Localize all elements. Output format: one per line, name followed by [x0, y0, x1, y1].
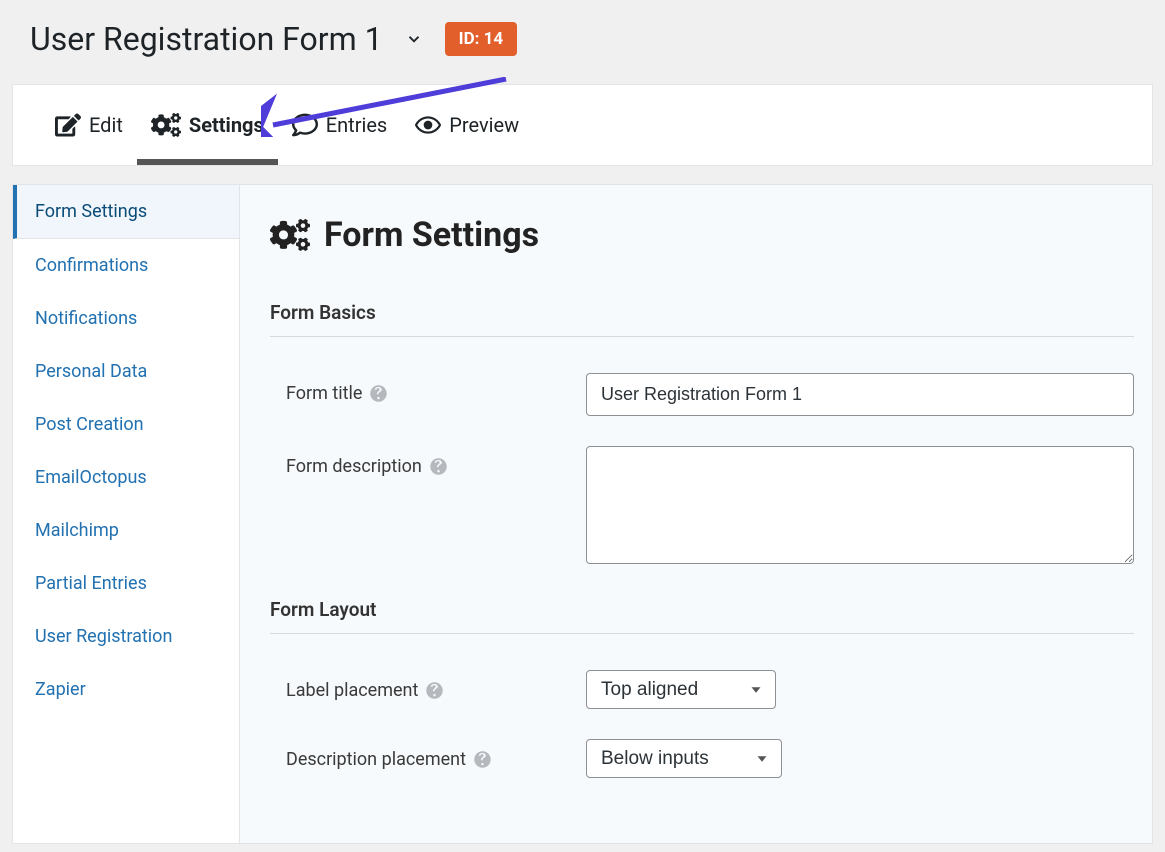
edit-icon — [55, 112, 81, 138]
tab-bar: Edit Settings Entries Preview — [12, 84, 1153, 166]
field-form-description: Form description — [270, 446, 1134, 568]
field-label: Form title — [286, 373, 586, 404]
help-icon[interactable] — [474, 751, 491, 768]
page-title-text: Form Settings — [324, 215, 539, 255]
field-label: Form description — [286, 446, 586, 477]
sidebar-item-post-creation[interactable]: Post Creation — [13, 398, 239, 451]
sidebar-item-zapier[interactable]: Zapier — [13, 663, 239, 716]
tab-preview[interactable]: Preview — [401, 85, 533, 165]
sidebar-item-label: EmailOctopus — [35, 467, 147, 488]
sidebar-item-partial-entries[interactable]: Partial Entries — [13, 557, 239, 610]
sidebar-item-label: Post Creation — [35, 414, 144, 435]
tab-label: Entries — [326, 113, 388, 137]
form-id-badge: ID: 14 — [445, 22, 518, 56]
sidebar-item-emailoctopus[interactable]: EmailOctopus — [13, 451, 239, 504]
help-icon[interactable] — [370, 385, 387, 402]
sidebar-item-label: Notifications — [35, 308, 137, 329]
field-description-placement: Description placement Below inputs — [270, 739, 1134, 778]
description-placement-select[interactable]: Below inputs — [586, 739, 782, 778]
cogs-icon — [270, 217, 310, 253]
tab-label: Edit — [89, 113, 123, 137]
field-label: Description placement — [286, 739, 586, 770]
tab-settings[interactable]: Settings — [137, 85, 278, 165]
section-form-layout: Form Layout — [270, 598, 1134, 634]
label-text: Description placement — [286, 749, 466, 770]
tab-label: Preview — [449, 113, 519, 137]
section-form-basics: Form Basics — [270, 301, 1134, 337]
sidebar-item-notifications[interactable]: Notifications — [13, 292, 239, 345]
sidebar-item-label: User Registration — [35, 626, 172, 647]
form-name-title: User Registration Form 1 — [30, 20, 383, 58]
sidebar-item-personal-data[interactable]: Personal Data — [13, 345, 239, 398]
settings-panel: Form Settings Form Basics Form title For… — [240, 184, 1153, 844]
tab-entries[interactable]: Entries — [278, 85, 402, 165]
cogs-icon — [151, 113, 181, 137]
comment-icon — [292, 112, 318, 138]
page-header: User Registration Form 1 ID: 14 — [0, 0, 1165, 84]
sidebar-item-form-settings[interactable]: Form Settings — [13, 185, 239, 239]
field-form-title: Form title — [270, 373, 1134, 416]
sidebar-item-mailchimp[interactable]: Mailchimp — [13, 504, 239, 557]
label-placement-select[interactable]: Top aligned — [586, 670, 776, 709]
sidebar-item-label: Mailchimp — [35, 520, 119, 541]
eye-icon — [415, 112, 441, 138]
help-icon[interactable] — [426, 682, 443, 699]
sidebar-item-confirmations[interactable]: Confirmations — [13, 239, 239, 292]
tab-label: Settings — [189, 113, 264, 137]
label-text: Form title — [286, 383, 362, 404]
help-icon[interactable] — [430, 458, 447, 475]
page-title: Form Settings — [270, 215, 1134, 255]
sidebar-item-label: Partial Entries — [35, 573, 147, 594]
field-label-placement: Label placement Top aligned — [270, 670, 1134, 709]
sidebar-item-label: Personal Data — [35, 361, 147, 382]
form-title-input[interactable] — [586, 373, 1134, 416]
sidebar-item-user-registration[interactable]: User Registration — [13, 610, 239, 663]
field-label: Label placement — [286, 670, 586, 701]
chevron-down-icon[interactable] — [405, 30, 423, 48]
sidebar-item-label: Zapier — [35, 679, 86, 700]
sidebar-item-label: Confirmations — [35, 255, 148, 276]
form-description-textarea[interactable] — [586, 446, 1134, 564]
label-text: Label placement — [286, 680, 418, 701]
label-text: Form description — [286, 456, 422, 477]
content: Form Settings Confirmations Notification… — [12, 184, 1153, 844]
settings-sidebar: Form Settings Confirmations Notification… — [12, 184, 240, 844]
sidebar-item-label: Form Settings — [35, 201, 147, 222]
tab-edit[interactable]: Edit — [41, 85, 137, 165]
